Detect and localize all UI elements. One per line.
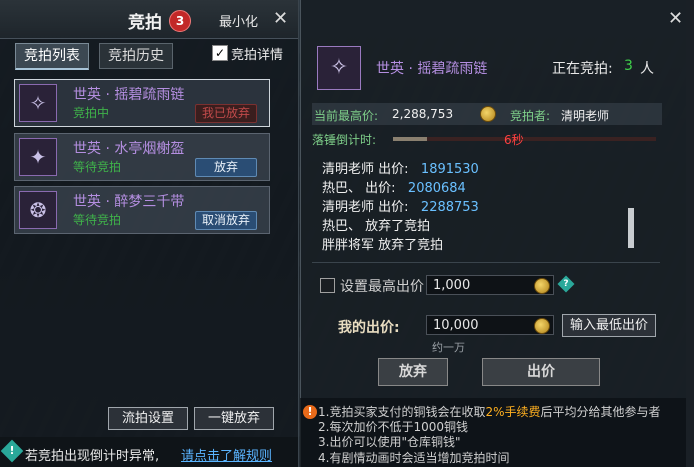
cancel-give-up-button[interactable]: 取消放弃 (195, 211, 257, 230)
log-scrollbar[interactable] (628, 208, 634, 248)
countdown-fill (393, 137, 427, 141)
divider (312, 262, 660, 263)
give-up-button[interactable]: 放弃 (195, 158, 257, 177)
detail-item-name: 世英 · 摇碧疏雨链 (376, 61, 488, 77)
current-high-value: 2,288,753 (392, 107, 454, 121)
item-name: 世英 · 水亭烟榭盔 (73, 141, 185, 157)
copper-coin-icon (480, 106, 496, 122)
auction-item-3[interactable]: ❂ 世英 · 醉梦三千带 等待竞拍 取消放弃 (14, 186, 270, 234)
warning-icon: ! (0, 439, 24, 463)
bidding-count: 3 (624, 58, 633, 74)
max-bid-label: 设置最高出价 (340, 279, 424, 295)
max-bid-checkbox[interactable] (320, 278, 335, 293)
bid-log: 清明老师 出价: 1891530 热巴、 出价: 2080684 清明老师 出价… (318, 150, 644, 254)
auction-item-1[interactable]: ✧ 世英 · 摇碧疏雨链 竞拍中 我已放弃 (14, 79, 270, 127)
pass-setting-button[interactable]: 流拍设置 (108, 407, 188, 430)
warning-icon: ! (303, 405, 317, 419)
log-row: 清明老师 出价: 2288753 (322, 200, 479, 215)
bidding-label: 正在竞拍: (552, 61, 613, 77)
item-status: 竞拍中 (73, 106, 110, 120)
minimize-button[interactable]: 最小化 (219, 11, 258, 30)
panel-title: 竞拍 (128, 13, 162, 33)
item-status: 等待竞拍 (73, 213, 122, 227)
amount-hint: 约一万 (432, 341, 465, 354)
input-min-bid-button[interactable]: 输入最低出价 (562, 314, 656, 337)
current-high-label: 当前最高价: (314, 109, 379, 123)
close-icon[interactable]: ✕ (273, 10, 288, 28)
log-row: 清明老师 出价: 1891530 (322, 162, 479, 177)
countdown-label: 落锤倒计时: (312, 133, 377, 147)
count-badge: 3 (169, 10, 191, 32)
give-up-button[interactable]: 放弃 (378, 358, 448, 386)
tab-auction-list[interactable]: 竞拍列表 (15, 43, 89, 70)
bidder-label: 竞拍者: (510, 109, 551, 123)
belt-icon: ❂ (19, 191, 57, 229)
note-line: 4.有剧情动画时会适当增加竞拍时间 (318, 451, 510, 465)
auction-detail-label: 竞拍详情 (231, 48, 284, 63)
note-line: 3.出价可以使用"仓库铜钱" (318, 435, 461, 449)
give-up-all-button[interactable]: 一键放弃 (194, 407, 274, 430)
auction-item-2[interactable]: ✦ 世英 · 水亭烟榭盔 等待竞拍 放弃 (14, 133, 270, 181)
bidder-name: 清明老师 (561, 109, 610, 123)
footer-notice: 若竞拍出现倒计时异常, (25, 449, 160, 464)
auction-detail-checkbox[interactable]: ✓ (212, 45, 228, 61)
necklace-icon: ✧ (317, 46, 361, 90)
my-bid-label: 我的出价: (338, 320, 400, 336)
necklace-icon: ✧ (19, 84, 57, 122)
rules-link[interactable]: 请点击了解规则 (181, 445, 272, 464)
bidding-unit: 人 (640, 61, 654, 77)
countdown-track (393, 137, 656, 141)
close-icon[interactable]: ✕ (668, 10, 683, 28)
item-name: 世英 · 摇碧疏雨链 (73, 87, 185, 103)
helmet-icon: ✦ (19, 138, 57, 176)
item-status: 等待竞拍 (73, 160, 122, 174)
tab-auction-history[interactable]: 竞拍历史 (99, 43, 173, 69)
edge-strip (686, 0, 694, 467)
copper-coin-icon (534, 278, 550, 294)
already-gave-up-button[interactable]: 我已放弃 (195, 104, 257, 123)
countdown-seconds: 6秒 (504, 133, 524, 147)
bid-button[interactable]: 出价 (482, 358, 600, 386)
item-name: 世英 · 醉梦三千带 (73, 194, 185, 210)
copper-coin-icon (534, 318, 550, 334)
info-icon[interactable]: ? (557, 275, 575, 293)
log-row: 热巴、 放弃了竞拍 (322, 219, 431, 234)
log-row: 热巴、 出价: 2080684 (322, 181, 466, 196)
log-row: 胖胖将军 放弃了竞拍 (322, 238, 444, 253)
